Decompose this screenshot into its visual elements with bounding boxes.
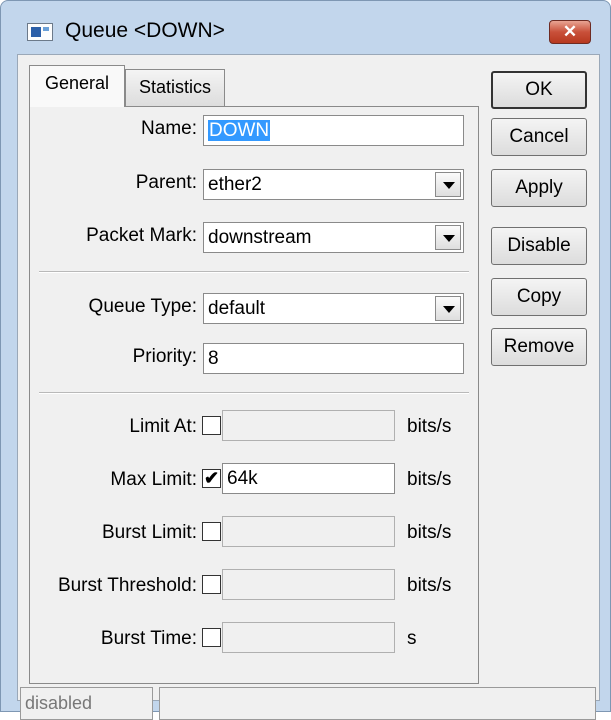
priority-label: Priority: [132,346,197,367]
burst-threshold-checkbox[interactable] [202,575,221,594]
status-disabled: disabled [20,687,153,720]
tab-general[interactable]: General [29,65,125,107]
priority-field[interactable]: 8 [203,343,464,374]
chevron-down-icon[interactable] [435,296,461,321]
queue-dialog-window: Queue <DOWN> ✕ General Statistics Name: … [0,0,611,720]
burst-time-checkbox[interactable] [202,628,221,647]
copy-button[interactable]: Copy [491,278,587,316]
max-limit-field[interactable]: 64k [222,463,395,494]
max-limit-label: Max Limit: [110,469,197,490]
window-title: Queue <DOWN> [65,19,225,42]
cancel-button[interactable]: Cancel [491,118,587,156]
burst-threshold-unit: bits/s [407,575,452,596]
limit-at-checkbox[interactable] [202,416,221,435]
limit-at-unit: bits/s [407,416,452,437]
tab-statistics[interactable]: Statistics [125,69,225,107]
close-button[interactable]: ✕ [549,20,591,44]
burst-limit-checkbox[interactable] [202,522,221,541]
status-bar: disabled [18,687,599,720]
section-divider [39,271,469,273]
burst-time-unit: s [407,628,417,649]
section-divider [39,392,469,394]
max-limit-unit: bits/s [407,469,452,490]
queue-type-select[interactable]: default [203,293,464,324]
disable-button[interactable]: Disable [491,227,587,265]
limit-at-label: Limit At: [129,416,197,437]
parent-select[interactable]: ether2 [203,169,464,200]
title-bar[interactable]: Queue <DOWN> ✕ [1,1,610,49]
burst-limit-field[interactable] [222,516,395,547]
limit-at-field[interactable] [222,410,395,441]
packet-mark-label: Packet Mark: [86,225,197,246]
queue-type-value: default [208,298,266,319]
ok-button[interactable]: OK [491,71,587,109]
burst-threshold-label: Burst Threshold: [57,575,197,596]
status-extra [159,687,596,720]
burst-limit-label: Burst Limit: [101,522,197,543]
chevron-down-icon[interactable] [435,172,461,197]
burst-threshold-field[interactable] [222,569,395,600]
name-label: Name: [141,118,197,139]
remove-button[interactable]: Remove [491,328,587,366]
packet-mark-value: downstream [208,227,312,248]
parent-label: Parent: [135,172,197,193]
general-panel: Name: DOWN Parent: ether2 Packet Mark: d… [29,106,479,684]
max-limit-value: 64k [227,468,258,489]
priority-value: 8 [208,348,219,369]
queue-type-label: Queue Type: [88,296,197,317]
parent-value: ether2 [208,174,262,195]
apply-button[interactable]: Apply [491,169,587,207]
dialog-client-area: General Statistics Name: DOWN Parent: et… [17,54,600,720]
burst-time-label: Burst Time: [100,628,197,649]
name-value: DOWN [208,120,271,141]
burst-limit-unit: bits/s [407,522,452,543]
winbox-queue-icon [27,23,53,41]
chevron-down-icon[interactable] [435,225,461,250]
max-limit-checkbox[interactable]: ✔ [202,469,221,488]
name-field[interactable]: DOWN [203,115,464,146]
packet-mark-select[interactable]: downstream [203,222,464,253]
burst-time-field[interactable] [222,622,395,653]
